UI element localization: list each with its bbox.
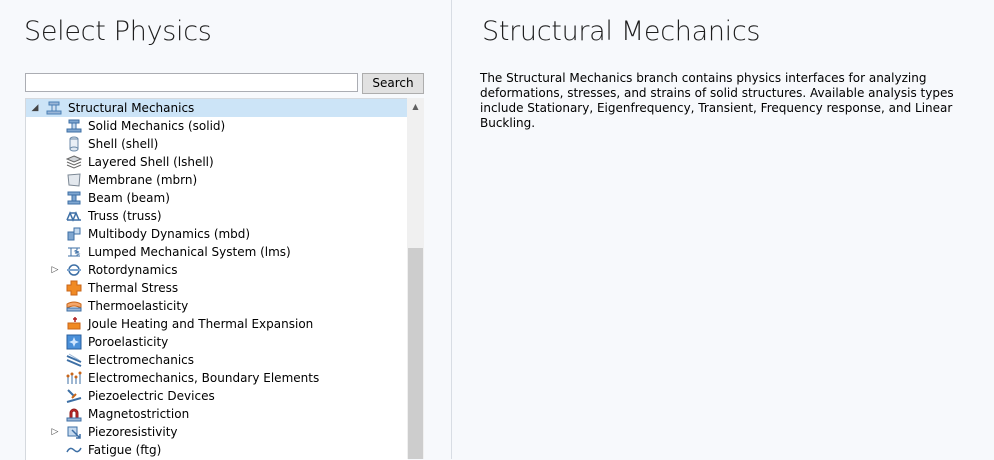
- scroll-up-arrow-icon[interactable]: ▲: [407, 98, 424, 115]
- tree-item[interactable]: Magnetostriction: [26, 405, 408, 423]
- description-title: Structural Mechanics: [482, 16, 761, 47]
- tree-scrollbar[interactable]: ▲: [407, 98, 424, 459]
- tree-item[interactable]: Piezoelectric Devices: [26, 387, 408, 405]
- scroll-thumb[interactable]: [408, 248, 423, 459]
- description-pane: Structural Mechanics The Structural Mech…: [452, 0, 994, 459]
- expand-arrow-icon[interactable]: ▷: [50, 423, 60, 441]
- truss-icon: [66, 208, 82, 224]
- tree-item-label: Joule Heating and Thermal Expansion: [88, 317, 314, 331]
- thermal-stress-icon: [66, 280, 82, 296]
- tree-item[interactable]: Electromechanics: [26, 351, 408, 369]
- electromechanics-boundary-elements-icon: [66, 370, 82, 386]
- electromechanics-icon: [66, 352, 82, 368]
- structural-mechanics-icon: [46, 100, 62, 116]
- tree-item-label: Membrane (mbrn): [88, 173, 198, 187]
- tree-item-label: Shell (shell): [88, 137, 159, 151]
- tree-item-label: Poroelasticity: [88, 335, 169, 349]
- search-button[interactable]: Search: [362, 73, 424, 94]
- tree-item-label: Solid Mechanics (solid): [88, 119, 226, 133]
- piezoelectric-devices-icon: [66, 388, 82, 404]
- tree-item[interactable]: ▷ Rotordynamics: [26, 261, 408, 279]
- tree-item[interactable]: Multibody Dynamics (mbd): [26, 225, 408, 243]
- tree-item[interactable]: Solid Mechanics (solid): [26, 117, 408, 135]
- tree-item-label: Truss (truss): [88, 209, 162, 223]
- tree-item-label: Fatigue (ftg): [88, 443, 162, 457]
- tree-item[interactable]: Thermal Stress: [26, 279, 408, 297]
- solid-mechanics-icon: [66, 118, 82, 134]
- fatigue-icon: [66, 442, 82, 458]
- tree-item-label: Rotordynamics: [88, 263, 178, 277]
- magnetostriction-icon: [66, 406, 82, 422]
- multibody-dynamics-icon: [66, 226, 82, 242]
- select-physics-pane: Select Physics Search ◢ Structural Mechan…: [0, 0, 451, 460]
- beam-icon: [66, 190, 82, 206]
- tree-item[interactable]: Poroelasticity: [26, 333, 408, 351]
- description-text: The Structural Mechanics branch contains…: [480, 71, 954, 130]
- tree-item[interactable]: Lumped Mechanical System (lms): [26, 243, 408, 261]
- tree-item-label: Structural Mechanics: [68, 101, 195, 115]
- tree-item-label: Electromechanics, Boundary Elements: [88, 371, 320, 385]
- tree-item-label: Piezoelectric Devices: [88, 389, 215, 403]
- physics-tree[interactable]: ◢ Structural Mechanics Solid Mechanics (so…: [25, 98, 408, 460]
- tree-item[interactable]: Membrane (mbrn): [26, 171, 408, 189]
- layered-shell-icon: [66, 154, 82, 170]
- tree-item[interactable]: Shell (shell): [26, 135, 408, 153]
- thermoelasticity-icon: [66, 298, 82, 314]
- lumped-mechanical-system-icon: [66, 244, 82, 260]
- tree-item[interactable]: ▷ Piezoresistivity: [26, 423, 408, 441]
- poroelasticity-icon: [66, 334, 82, 350]
- shell-icon: [66, 136, 82, 152]
- tree-item-label: Piezoresistivity: [88, 425, 178, 439]
- tree-item-label: Electromechanics: [88, 353, 195, 367]
- search-input[interactable]: [25, 73, 358, 92]
- tree-item-label: Beam (beam): [88, 191, 170, 205]
- tree-item[interactable]: Joule Heating and Thermal Expansion: [26, 315, 408, 333]
- expand-arrow-icon[interactable]: ▷: [50, 261, 60, 279]
- tree-item[interactable]: Fatigue (ftg): [26, 441, 408, 459]
- rotordynamics-icon: [66, 262, 82, 278]
- select-physics-title: Select Physics: [24, 16, 212, 47]
- tree-item[interactable]: Layered Shell (lshell): [26, 153, 408, 171]
- tree-item-label: Thermoelasticity: [88, 299, 189, 313]
- tree-item-label: Layered Shell (lshell): [88, 155, 214, 169]
- tree-item-label: Magnetostriction: [88, 407, 190, 421]
- tree-item[interactable]: Thermoelasticity: [26, 297, 408, 315]
- tree-item-label: Thermal Stress: [88, 281, 179, 295]
- tree-item[interactable]: ◢ Structural Mechanics: [26, 99, 408, 117]
- tree-item-label: Lumped Mechanical System (lms): [88, 245, 291, 259]
- tree-item-label: Multibody Dynamics (mbd): [88, 227, 251, 241]
- tree-item[interactable]: Electromechanics, Boundary Elements: [26, 369, 408, 387]
- tree-item[interactable]: Beam (beam): [26, 189, 408, 207]
- joule-heating-icon: [66, 316, 82, 332]
- collapse-arrow-icon[interactable]: ◢: [30, 99, 40, 117]
- tree-item[interactable]: Truss (truss): [26, 207, 408, 225]
- membrane-icon: [66, 172, 82, 188]
- piezoresistivity-icon: [66, 424, 82, 440]
